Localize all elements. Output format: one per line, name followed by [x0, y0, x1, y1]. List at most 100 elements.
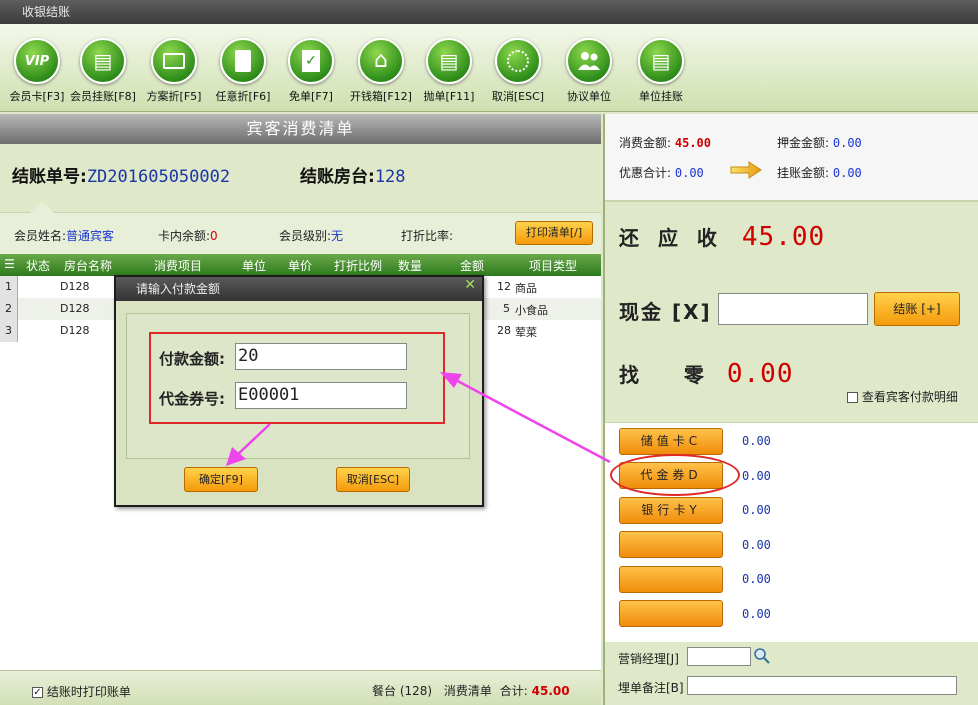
voucher-number-label: 代金券号:: [159, 390, 225, 408]
summary-room: 餐台 (128): [372, 684, 433, 698]
toolbar-label: 开钱箱[F12]: [350, 90, 412, 103]
summary-list: 消费清单: [443, 684, 492, 698]
member-credit-icon: ▤: [80, 38, 126, 84]
manager-input[interactable]: [687, 647, 751, 666]
row-room: D128: [60, 302, 90, 315]
bank-card-value: 0.00: [742, 503, 771, 517]
grid-menu-icon[interactable]: ☰: [4, 257, 15, 271]
settle-button[interactable]: 结账 [+]: [874, 292, 960, 326]
col-discount[interactable]: 打折比例: [334, 257, 382, 274]
manager-label: 营销经理[J]: [618, 652, 679, 666]
row-type: 小食品: [515, 304, 548, 317]
change: 找 零 0.00: [619, 359, 793, 389]
member-level: 会员级别:无: [279, 227, 343, 244]
vip-card-button[interactable]: VIP 会员卡[F3]: [2, 38, 72, 104]
toolbar-label: 免单[F7]: [289, 90, 333, 103]
cancel-toolbar-button[interactable]: 取消[ESC]: [483, 38, 553, 104]
view-detail-option[interactable]: 查看宾客付款明细: [847, 388, 958, 405]
dialog-cancel-button[interactable]: 取消[ESC]: [336, 467, 410, 492]
agreement-unit-button[interactable]: 协议单位: [554, 38, 624, 104]
col-qty[interactable]: 数量: [398, 257, 422, 274]
card-balance-value: 0: [210, 229, 218, 243]
discount-total-value: 0.00: [674, 166, 704, 180]
payment-method-value-6: 0.00: [742, 607, 771, 621]
any-discount-button[interactable]: 任意折[F6]: [208, 38, 278, 104]
vip-card-icon: VIP: [14, 38, 60, 84]
member-credit-button[interactable]: ▤ 会员挂账[F8]: [68, 38, 138, 104]
bill-room: 结账房台:128: [300, 162, 406, 187]
free-order-button[interactable]: ✓ 免单[F7]: [276, 38, 346, 104]
cash-input[interactable]: [718, 293, 868, 325]
payment-method-value-4: 0.00: [742, 538, 771, 552]
view-detail-checkbox[interactable]: [847, 392, 858, 403]
row-type: 商品: [515, 282, 537, 295]
col-unit[interactable]: 单位: [242, 257, 266, 274]
amount-input[interactable]: 20: [235, 343, 407, 370]
payment-method-button-5[interactable]: [619, 566, 723, 593]
footer-summary: 餐台 (128) 消费清单 合计: 45.00: [372, 682, 570, 699]
payment-amount-dialog: 请输入付款金额 ✕ 付款金额: 20 代金券号: E00001 确定[F9] 取…: [114, 275, 484, 507]
payment-panel: 消费金额: 45.00 押金金额: 0.00 优惠合计: 0.00 挂账金额: …: [603, 114, 978, 705]
member-name: 会员姓名:普通宾客: [14, 227, 114, 244]
amount-due-value: 45.00: [741, 222, 826, 252]
hold-order-button[interactable]: ▤ 抛单[F11]: [414, 38, 484, 104]
toolbar-label: 协议单位: [567, 90, 611, 103]
member-level-label: 会员级别:: [279, 229, 332, 243]
amount-due-label: 还 应 收: [619, 226, 723, 250]
free-order-icon: ✓: [288, 38, 334, 84]
toolbar-label: 方案折[F5]: [146, 90, 202, 103]
cancel-icon: [495, 38, 541, 84]
discount-rate-label: 打折比率:: [401, 229, 454, 243]
row-type: 荤菜: [515, 326, 537, 339]
member-name-label: 会员姓名:: [14, 229, 67, 243]
unit-credit-icon: ▤: [638, 38, 684, 84]
card-balance-label: 卡内余额:: [158, 229, 211, 243]
consume-amount: 消费金额: 45.00: [619, 134, 711, 151]
cash-drawer-icon: ⌂: [358, 38, 404, 84]
credit-value: 0.00: [832, 166, 862, 180]
toolbar-label: 取消[ESC]: [491, 90, 545, 103]
row-index: 1: [0, 276, 18, 298]
payment-method-value-5: 0.00: [742, 572, 771, 586]
row-index: 2: [0, 298, 18, 320]
unit-credit-button[interactable]: ▤ 单位挂账: [626, 38, 696, 104]
confirm-button[interactable]: 确定[F9]: [184, 467, 258, 492]
row-index: 3: [0, 320, 18, 342]
deposit-label: 押金金额:: [777, 136, 830, 150]
stored-value-card-button[interactable]: 储值卡C: [619, 428, 723, 455]
print-list-button[interactable]: 打印清单[/]: [515, 221, 593, 245]
bill-room-label: 结账房台:: [300, 167, 375, 187]
member-info-bar: 会员姓名:普通宾客 卡内余额:0 会员级别:无 打折比率: 打印清单[/]: [0, 201, 601, 254]
search-icon[interactable]: [753, 647, 771, 665]
col-room[interactable]: 房台名称: [64, 257, 112, 274]
bill-number: 结账单号:ZD201605050002: [12, 162, 230, 187]
voucher-value: 0.00: [742, 469, 771, 483]
bank-card-button[interactable]: 银行卡Y: [619, 497, 723, 524]
cash-drawer-button[interactable]: ⌂ 开钱箱[F12]: [346, 38, 416, 104]
col-type[interactable]: 项目类型: [529, 257, 577, 274]
pointer-arrow: [30, 201, 54, 213]
payment-method-button-4[interactable]: [619, 531, 723, 558]
plan-discount-button[interactable]: 方案折[F5]: [139, 38, 209, 104]
col-status[interactable]: 状态: [26, 257, 50, 274]
any-discount-icon: [220, 38, 266, 84]
toolbar-label: 会员卡[F3]: [9, 90, 65, 103]
cash-label: 现金 [X]: [619, 300, 712, 324]
row-amount: 12: [497, 280, 511, 293]
member-name-value: 普通宾客: [66, 229, 115, 243]
voucher-number-input[interactable]: E00001: [235, 382, 407, 409]
print-on-settle-label: 结账时打印账单: [46, 685, 131, 699]
payment-method-button-6[interactable]: [619, 600, 723, 627]
col-price[interactable]: 单价: [288, 257, 312, 274]
change-value: 0.00: [726, 359, 794, 389]
remark-input[interactable]: [687, 676, 957, 695]
col-amount[interactable]: 金额: [460, 257, 484, 274]
voucher-highlight-circle: [610, 454, 740, 496]
deposit-amount: 押金金额: 0.00: [777, 134, 862, 151]
arrow-right-icon: [730, 161, 762, 179]
print-on-settle-checkbox[interactable]: ✓: [32, 687, 43, 698]
print-on-settle-option[interactable]: ✓ 结账时打印账单: [32, 683, 131, 700]
close-icon[interactable]: ✕: [464, 277, 476, 293]
col-item[interactable]: 消费项目: [154, 257, 202, 274]
toolbar-label: 单位挂账: [639, 90, 683, 103]
